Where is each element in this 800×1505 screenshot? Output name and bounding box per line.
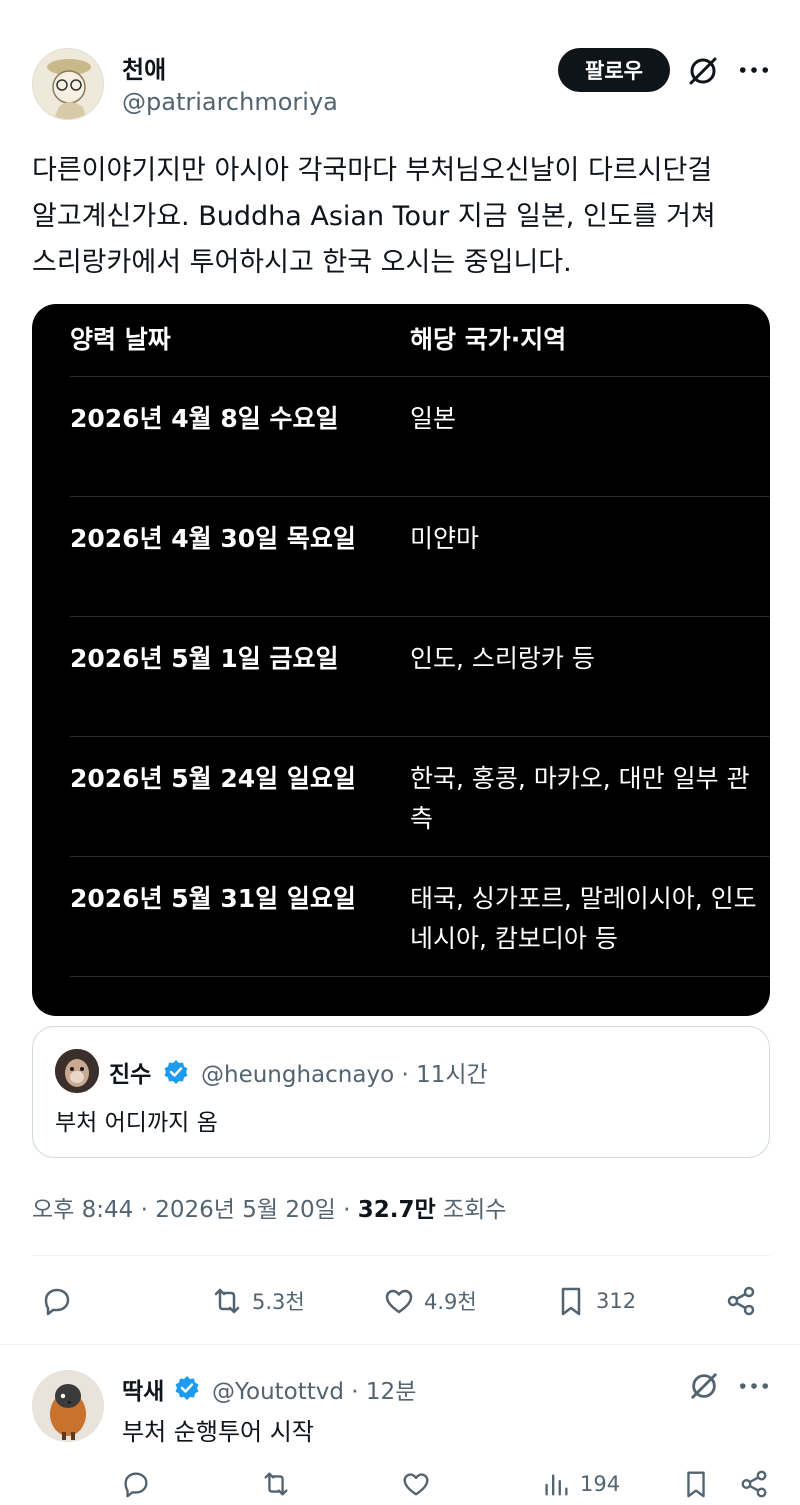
reply-time[interactable]: 12분 xyxy=(366,1379,416,1405)
table-cell-date: 2026년 4월 8일 수요일 xyxy=(70,404,339,433)
view-label: 조회수 xyxy=(442,1197,507,1223)
reply-reply-button[interactable] xyxy=(120,1468,152,1500)
table-cell-country: 인도, 스리랑카 등 xyxy=(410,644,595,673)
table-cell-date: 2026년 5월 24일 일요일 xyxy=(70,764,356,793)
table-row: 2026년 5월 1일 금요일 인도, 스리랑카 등 xyxy=(70,616,770,736)
bookmark-count: 312 xyxy=(596,1289,637,1313)
reply-avatar[interactable] xyxy=(32,1370,104,1442)
quote-author-handle[interactable]: @heunghacnayo xyxy=(201,1062,394,1088)
retweet-icon xyxy=(264,1472,288,1496)
quote-time[interactable]: 11시간 xyxy=(416,1062,488,1088)
heart-icon xyxy=(385,1289,413,1314)
reply-view-count: 194 xyxy=(580,1472,621,1496)
table-header-country: 해당 국가·지역 xyxy=(410,325,567,354)
verified-badge-icon xyxy=(174,1375,200,1401)
share-icon xyxy=(727,1286,755,1316)
table-cell-date: 2026년 5월 31일 일요일 xyxy=(70,884,356,913)
reply-bookmark-button[interactable] xyxy=(680,1468,712,1500)
reply-meta: @Youtottvd · 12분 xyxy=(212,1372,416,1406)
share-button[interactable] xyxy=(724,1284,758,1318)
reply-views-button[interactable]: 194 xyxy=(540,1468,620,1500)
more-options-icon[interactable] xyxy=(738,1370,770,1402)
like-count: 4.9천 xyxy=(424,1290,477,1314)
reply-retweet-button[interactable] xyxy=(260,1468,292,1500)
author-avatar[interactable] xyxy=(32,48,104,120)
post-text: 다른이야기지만 아시아 각국마다 부처님오신날이 다르시단걸 알고계신가요. B… xyxy=(32,148,772,286)
table-row: 2026년 4월 30일 목요일 미얀마 xyxy=(70,496,770,616)
table-cell-date: 2026년 5월 1일 금요일 xyxy=(70,644,339,673)
separator-dot: · xyxy=(140,1197,148,1223)
grok-icon[interactable] xyxy=(688,1370,722,1404)
bookmark-icon xyxy=(687,1471,705,1498)
more-options-icon[interactable] xyxy=(738,54,770,86)
quote-avatar[interactable] xyxy=(55,1049,99,1093)
table-row: 2026년 5월 24일 일요일 한국, 홍콩, 마카오, 대만 일부 관측 xyxy=(70,736,770,856)
separator-dot: · xyxy=(401,1062,409,1088)
verified-badge-icon xyxy=(163,1059,189,1085)
post-image-table[interactable]: 양력 날짜 해당 국가·지역 2026년 4월 8일 수요일 일본 2026년 … xyxy=(32,304,770,1016)
table-header-date: 양력 날짜 xyxy=(70,325,171,354)
post-date[interactable]: 2026년 5월 20일 xyxy=(155,1197,336,1223)
reply-icon xyxy=(44,1288,70,1316)
separator-dot: · xyxy=(351,1379,359,1405)
retweet-icon xyxy=(214,1288,240,1314)
reply-author-handle[interactable]: @Youtottvd xyxy=(212,1379,344,1405)
divider xyxy=(32,1255,770,1256)
table-row-divider xyxy=(70,976,770,1016)
bookmark-button[interactable]: 312 xyxy=(554,1284,636,1318)
post-text-line: 스리랑카에서 투어하시고 한국 오시는 중입니다. xyxy=(32,247,572,278)
post-meta: 오후 8:44 · 2026년 5월 20일 · 32.7만 조회수 xyxy=(32,1190,506,1224)
divider xyxy=(0,1344,800,1345)
like-button[interactable]: 4.9천 xyxy=(382,1284,477,1318)
analytics-icon xyxy=(545,1474,568,1496)
share-icon xyxy=(741,1470,767,1498)
author-handle[interactable]: @patriarchmoriya xyxy=(122,88,338,116)
heart-icon xyxy=(403,1473,429,1496)
retweet-button[interactable]: 5.3천 xyxy=(210,1284,305,1318)
reply-author-name[interactable]: 딱새 xyxy=(122,1372,164,1406)
author-name[interactable]: 천애 xyxy=(122,50,166,85)
separator-dot: · xyxy=(343,1197,351,1223)
bookmark-icon xyxy=(561,1287,581,1316)
post-time[interactable]: 오후 8:44 xyxy=(32,1197,133,1223)
reply-button[interactable] xyxy=(40,1284,74,1318)
table-cell-country: 미얀마 xyxy=(410,524,480,553)
reply-text: 부처 순행투어 시작 xyxy=(122,1418,314,1446)
reply-icon xyxy=(124,1472,148,1498)
table-cell-date: 2026년 4월 30일 목요일 xyxy=(70,524,356,553)
quote-text: 부처 어디까지 옴 xyxy=(55,1110,218,1136)
table-row: 2026년 4월 8일 수요일 일본 xyxy=(70,376,770,496)
post-text-line: 알고계신가요. Buddha Asian Tour 지금 일본, 인도를 거쳐 xyxy=(32,201,716,232)
quoted-post[interactable]: 진수 @heunghacnayo · 11시간 부처 어디까지 옴 xyxy=(32,1026,770,1158)
reply-like-button[interactable] xyxy=(400,1468,432,1500)
reply-share-button[interactable] xyxy=(738,1468,770,1500)
quote-author-name[interactable]: 진수 xyxy=(109,1055,151,1089)
view-count: 32.7만 xyxy=(357,1197,436,1223)
quote-meta: @heunghacnayo · 11시간 xyxy=(201,1055,488,1089)
follow-button[interactable]: 팔로우 xyxy=(558,48,670,92)
grok-icon[interactable] xyxy=(686,54,720,88)
table-cell-country: 한국, 홍콩, 마카오, 대만 일부 관측 xyxy=(410,764,750,833)
table-cell-country: 일본 xyxy=(410,404,457,433)
retweet-count: 5.3천 xyxy=(252,1290,305,1314)
post-text-line: 다른이야기지만 아시아 각국마다 부처님오신날이 다르시단걸 xyxy=(32,155,713,186)
table-row: 2026년 5월 31일 일요일 태국, 싱가포르, 말레이시아, 인도네시아,… xyxy=(70,856,770,976)
table-cell-country: 태국, 싱가포르, 말레이시아, 인도네시아, 캄보디아 등 xyxy=(410,884,757,953)
